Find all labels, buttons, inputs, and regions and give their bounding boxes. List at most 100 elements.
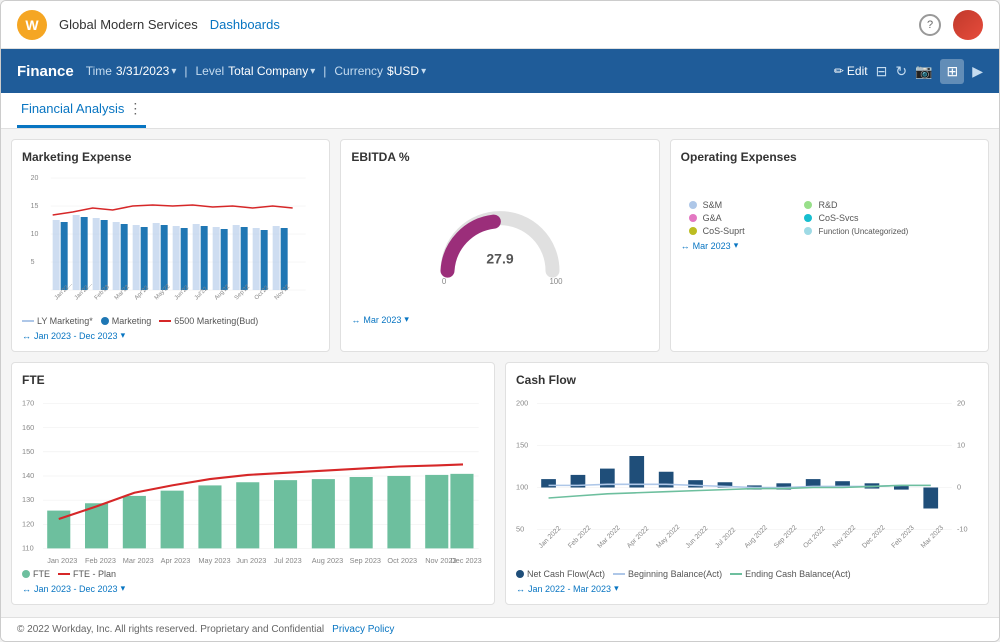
fte-card: FTE 170 160 150 140 130 120 110	[11, 362, 495, 605]
help-icon[interactable]: ?	[919, 14, 941, 36]
svg-text:130: 130	[22, 495, 34, 504]
svg-text:100: 100	[549, 277, 563, 286]
filter-icon[interactable]: ⊟	[876, 63, 888, 80]
svg-text:Feb 2023: Feb 2023	[890, 524, 915, 549]
copyright-text: © 2022 Workday, Inc. All rights reserved…	[17, 624, 324, 635]
nav-right: ?	[919, 10, 983, 40]
svg-text:200: 200	[516, 399, 528, 408]
operating-chart-area: 52 % 5 % 38 % 2 % 0 % 2 % S&M R&D G&A Co…	[681, 170, 978, 236]
cashflow-title: Cash Flow	[516, 373, 978, 387]
svg-text:160: 160	[22, 423, 34, 432]
ebitda-gauge: 27.9 0 100	[351, 170, 648, 310]
svg-text:0: 0	[442, 277, 447, 286]
cashflow-chart: 200 150 100 50 20 10 0 -10	[516, 393, 978, 563]
workday-logo: W	[17, 10, 47, 40]
marketing-expense-card: Marketing Expense 20 15 10 5 $,000	[11, 139, 330, 352]
user-avatar[interactable]	[953, 10, 983, 40]
svg-text:100: 100	[516, 483, 528, 492]
grid-view-icon[interactable]: ⊞	[940, 59, 964, 84]
video-icon[interactable]: ▶	[972, 63, 983, 80]
tabs-bar: Financial Analysis ⋮	[1, 93, 999, 129]
svg-text:Oct 2023: Oct 2023	[387, 556, 417, 565]
cashflow-date-range[interactable]: ↔Jan 2022 - Mar 2023▾	[516, 583, 978, 594]
privacy-policy-link[interactable]: Privacy Policy	[332, 624, 394, 635]
operating-date-range[interactable]: ↔Mar 2023▾	[681, 240, 978, 251]
top-nav: W Global Modern Services Dashboards ?	[1, 1, 999, 49]
ebitda-title: EBITDA %	[351, 150, 648, 164]
level-chevron: ▾	[310, 66, 315, 77]
svg-text:Feb 2022: Feb 2022	[567, 524, 592, 549]
level-value[interactable]: Total Company ▾	[228, 64, 315, 78]
fte-chart: 170 160 150 140 130 120 110	[22, 393, 484, 563]
svg-text:Sep 2023: Sep 2023	[350, 556, 381, 565]
main-content: Marketing Expense 20 15 10 5 $,000	[1, 129, 999, 617]
svg-text:-10: -10	[957, 525, 968, 534]
svg-text:Jan 2023: Jan 2023	[47, 556, 77, 565]
top-charts-row: Marketing Expense 20 15 10 5 $,000	[11, 139, 989, 352]
currency-label: Currency	[334, 64, 383, 78]
ebitda-date-range[interactable]: ↔Mar 2023▾	[351, 314, 648, 325]
currency-value[interactable]: $USD ▾	[387, 64, 426, 78]
camera-icon[interactable]: 📷	[915, 63, 932, 80]
company-name: Global Modern Services	[59, 17, 198, 32]
svg-text:20: 20	[31, 175, 39, 182]
svg-text:170: 170	[22, 399, 34, 408]
svg-text:Apr 2022: Apr 2022	[626, 525, 651, 550]
svg-text:Jan 2022: Jan 2022	[538, 525, 563, 550]
cashflow-card: Cash Flow 200 150 100 50 20 10 0 -10	[505, 362, 989, 605]
time-chevron: ▾	[171, 66, 176, 77]
bottom-charts-row: FTE 170 160 150 140 130 120 110	[11, 362, 989, 605]
svg-text:Apr 2023: Apr 2023	[161, 556, 191, 565]
refresh-icon[interactable]: ↻	[895, 63, 907, 80]
svg-text:110: 110	[22, 544, 34, 553]
marketing-expense-chart: 20 15 10 5 $,000	[22, 170, 319, 310]
toolbar: Finance Time 3/31/2023 ▾ | Level Total C…	[1, 49, 999, 93]
dashboards-link[interactable]: Dashboards	[210, 17, 280, 32]
level-label: Level	[195, 64, 224, 78]
svg-text:5: 5	[31, 259, 35, 266]
svg-text:10: 10	[957, 441, 965, 450]
svg-text:150: 150	[22, 447, 34, 456]
tab-financial-analysis[interactable]: Financial Analysis ⋮	[17, 92, 146, 128]
svg-text:Aug 2023: Aug 2023	[312, 556, 343, 565]
tab-more-icon[interactable]: ⋮	[128, 100, 142, 117]
legend-ly-marketing: LY Marketing*	[22, 316, 93, 326]
svg-text:0: 0	[957, 483, 961, 492]
svg-text:Dec 2022: Dec 2022	[861, 524, 887, 550]
svg-text:15: 15	[31, 203, 39, 210]
svg-text:Mar 2022: Mar 2022	[596, 524, 621, 549]
svg-text:Jul 2022: Jul 2022	[714, 527, 737, 550]
svg-text:Mar 2023: Mar 2023	[123, 556, 154, 565]
svg-text:Jul 2023: Jul 2023	[274, 556, 302, 565]
svg-text:May 2022: May 2022	[655, 524, 681, 550]
edit-button[interactable]: ✏ Edit	[834, 64, 868, 78]
legend-budget: 6500 Marketing(Bud)	[159, 316, 258, 326]
svg-text:Feb 2023: Feb 2023	[85, 556, 116, 565]
svg-text:50: 50	[516, 525, 524, 534]
toolbar-title: Finance	[17, 63, 74, 80]
legend-marketing: Marketing	[101, 316, 152, 326]
svg-text:Nov 2022: Nov 2022	[832, 524, 858, 550]
fte-date-range[interactable]: ↔Jan 2023 - Dec 2023▾	[22, 583, 484, 594]
pencil-icon: ✏	[834, 64, 844, 78]
svg-text:140: 140	[22, 471, 34, 480]
fte-title: FTE	[22, 373, 484, 387]
marketing-date-range[interactable]: ↔Jan 2023 - Dec 2023▾	[22, 330, 319, 341]
svg-text:27.9: 27.9	[486, 251, 513, 267]
svg-text:20: 20	[957, 399, 965, 408]
svg-text:Aug 2022: Aug 2022	[743, 524, 769, 550]
svg-text:Mar 2023: Mar 2023	[920, 524, 945, 549]
time-label: Time	[86, 64, 112, 78]
operating-expenses-title: Operating Expenses	[681, 150, 978, 164]
svg-text:150: 150	[516, 441, 528, 450]
svg-text:120: 120	[22, 519, 34, 528]
app-footer: © 2022 Workday, Inc. All rights reserved…	[1, 617, 999, 641]
svg-text:Sep 2022: Sep 2022	[773, 524, 799, 550]
svg-text:Oct 2022: Oct 2022	[802, 525, 827, 550]
time-value[interactable]: 3/31/2023 ▾	[116, 64, 176, 78]
toolbar-actions: ✏ Edit ⊟ ↻ 📷 ⊞ ▶	[834, 59, 983, 84]
svg-text:Jun 2023: Jun 2023	[236, 556, 266, 565]
operating-legend: S&M R&D G&A CoS-Svcs CoS-Suprt Function …	[689, 200, 909, 236]
marketing-legend: LY Marketing* Marketing 6500 Marketing(B…	[22, 316, 319, 326]
operating-expenses-card: Operating Expenses	[670, 139, 989, 352]
